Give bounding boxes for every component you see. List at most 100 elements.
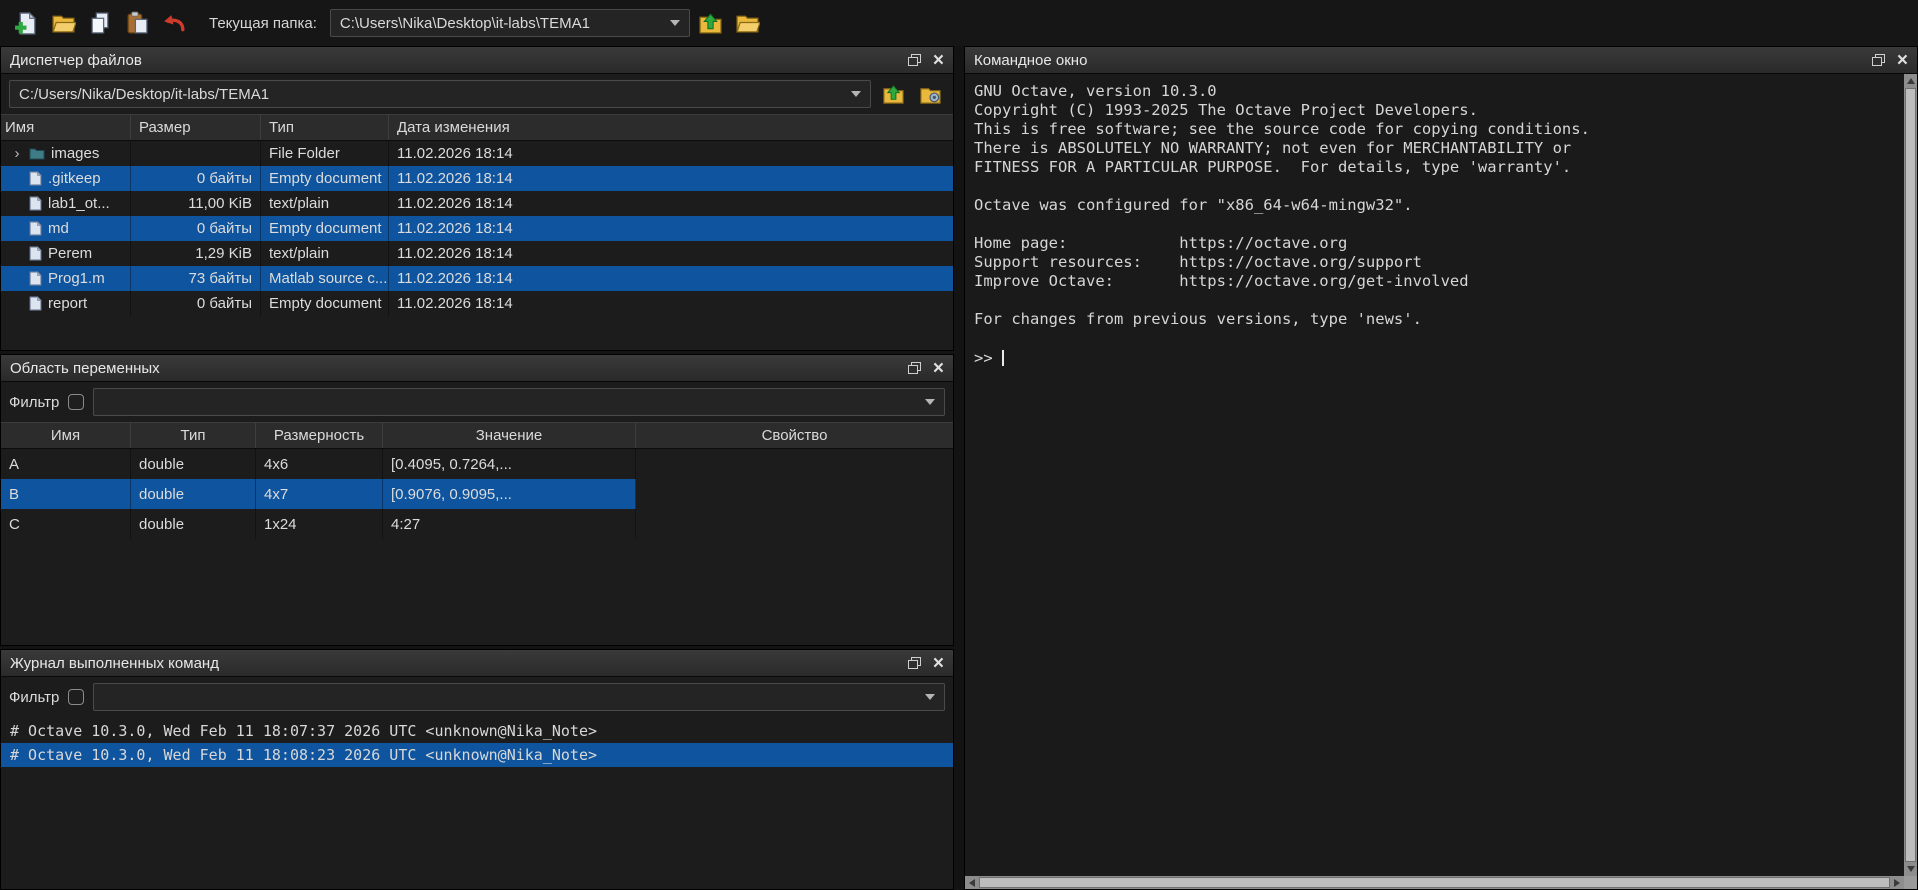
filter-combobox[interactable]: [93, 683, 945, 711]
file-size: 1,29 KiB: [131, 241, 261, 266]
column-header-attribute[interactable]: Свойство: [636, 423, 953, 448]
variables-table-header: Имя Тип Размерность Значение Свойство: [1, 422, 953, 449]
vertical-scrollbar-thumb[interactable]: [1905, 88, 1916, 862]
right-dock-column: Командное окно × GNU Octave, version 10.…: [964, 46, 1918, 890]
folder-up-icon: [698, 11, 723, 36]
column-header-type[interactable]: Тип: [131, 423, 256, 448]
close-glyph: ×: [933, 359, 944, 378]
column-header-date[interactable]: Дата изменения: [389, 115, 953, 140]
document-icon: [29, 246, 42, 261]
console-line: Support resources: https://octave.org/su…: [974, 253, 1891, 272]
variable-row-B[interactable]: B double 4x7 [0.9076, 0.9095,...: [1, 479, 953, 509]
file-row-perem[interactable]: Perem 1,29 KiB text/plain 11.02.2026 18:…: [1, 241, 953, 266]
file-table-header: Имя Размер Тип Дата изменения: [1, 114, 953, 141]
variable-value: [0.9076, 0.9095,...: [383, 479, 636, 509]
filter-label: Фильтр: [9, 394, 59, 411]
console-line: [974, 329, 1891, 348]
browser-actions-button[interactable]: [915, 80, 945, 108]
file-name-cell: report: [1, 291, 131, 316]
file-type: Empty document: [261, 166, 389, 191]
open-button[interactable]: [47, 7, 79, 39]
close-icon[interactable]: ×: [933, 47, 944, 73]
close-icon[interactable]: ×: [1897, 47, 1908, 73]
console-line: Improve Octave: https://octave.org/get-i…: [974, 272, 1891, 291]
scroll-right-icon[interactable]: [1894, 879, 1900, 887]
expand-chevron-icon[interactable]: ›: [5, 145, 29, 162]
scroll-left-icon[interactable]: [969, 879, 975, 887]
undock-glyph: [908, 657, 921, 669]
file-row-lab1[interactable]: lab1_ot... 11,00 KiB text/plain 11.02.20…: [1, 191, 953, 216]
file-row-gitkeep[interactable]: .gitkeep 0 байты Empty document 11.02.20…: [1, 166, 953, 191]
filter-combobox[interactable]: [93, 388, 945, 416]
prompt-symbol: >>: [974, 349, 1002, 367]
new-script-button[interactable]: [10, 7, 42, 39]
chevron-down-icon: [670, 20, 680, 26]
paste-button[interactable]: [121, 7, 153, 39]
file-date: 11.02.2026 18:14: [389, 241, 953, 266]
variable-type: double: [131, 479, 256, 509]
chevron-down-icon: [851, 91, 861, 97]
folder-up-button[interactable]: [695, 7, 727, 39]
variable-row-A[interactable]: A double 4x6 [0.4095, 0.7264,...: [1, 449, 953, 479]
close-glyph: ×: [1897, 51, 1908, 70]
file-row-prog1[interactable]: Prog1.m 73 байты Matlab source c... 11.0…: [1, 266, 953, 291]
close-icon[interactable]: ×: [933, 355, 944, 381]
octave-main-window: Текущая папка: C:\Users\Nika\Desktop\it-…: [0, 0, 1918, 890]
scroll-up-icon[interactable]: [1907, 78, 1915, 84]
column-header-name[interactable]: Имя: [1, 423, 131, 448]
history-entry-text: # Octave 10.3.0, Wed Feb 11 18:07:37 202…: [10, 722, 597, 740]
document-icon: [29, 271, 42, 286]
command-prompt[interactable]: >>: [974, 348, 1891, 367]
browser-folder-up-button[interactable]: [878, 80, 908, 108]
variable-attribute: [636, 509, 953, 539]
browse-directories-button[interactable]: [732, 7, 764, 39]
column-header-type[interactable]: Тип: [261, 115, 389, 140]
close-icon[interactable]: ×: [933, 650, 944, 676]
undo-button[interactable]: [158, 7, 190, 39]
console-line: FITNESS FOR A PARTICULAR PURPOSE. For de…: [974, 158, 1891, 177]
history-entry[interactable]: # Octave 10.3.0, Wed Feb 11 18:07:37 202…: [1, 719, 953, 743]
undock-icon[interactable]: [908, 650, 921, 676]
column-header-name[interactable]: Имя: [1, 115, 131, 140]
column-header-value[interactable]: Значение: [383, 423, 636, 448]
command-window-output[interactable]: GNU Octave, version 10.3.0 Copyright (C)…: [965, 74, 1917, 889]
filter-checkbox[interactable]: [68, 689, 84, 705]
file-row-report[interactable]: report 0 байты Empty document 11.02.2026…: [1, 291, 953, 316]
variable-value: [0.4095, 0.7264,...: [383, 449, 636, 479]
workspace-panel: Область переменных × Фильтр Имя Тип: [0, 354, 954, 646]
variable-row-C[interactable]: C double 1x24 4:27: [1, 509, 953, 539]
address-combobox[interactable]: C:/Users/Nika/Desktop/it-labs/ТЕМА1: [9, 80, 871, 108]
current-folder-combobox[interactable]: C:\Users\Nika\Desktop\it-labs\ТЕМА1: [330, 9, 690, 37]
filter-checkbox[interactable]: [68, 394, 84, 410]
file-name: report: [48, 295, 87, 312]
variable-dimension: 4x7: [256, 479, 383, 509]
vertical-scrollbar[interactable]: [1904, 74, 1917, 876]
column-header-dimension[interactable]: Размерность: [256, 423, 383, 448]
file-row-images[interactable]: › images File Folder 11.02.2026 18:14: [1, 141, 953, 166]
scroll-down-icon[interactable]: [1907, 866, 1915, 872]
console-line: Home page: https://octave.org: [974, 234, 1891, 253]
undock-icon[interactable]: [908, 355, 921, 381]
variable-attribute: [636, 479, 953, 509]
file-name: .gitkeep: [48, 170, 101, 187]
file-row-md[interactable]: md 0 байты Empty document 11.02.2026 18:…: [1, 216, 953, 241]
undock-icon[interactable]: [908, 47, 921, 73]
column-header-size[interactable]: Размер: [131, 115, 261, 140]
copy-button[interactable]: [84, 7, 116, 39]
horizontal-scrollbar-thumb[interactable]: [979, 877, 1890, 888]
command-history-panel: Журнал выполненных команд × Фильтр # Oct…: [0, 649, 954, 890]
history-list: # Octave 10.3.0, Wed Feb 11 18:07:37 202…: [1, 717, 953, 767]
workspace-title: Область переменных: [10, 360, 896, 377]
file-type: File Folder: [261, 141, 389, 166]
undock-glyph: [1872, 54, 1885, 66]
workspace-titlebar[interactable]: Область переменных ×: [1, 355, 953, 382]
horizontal-scrollbar[interactable]: [965, 876, 1904, 889]
undock-icon[interactable]: [1872, 47, 1885, 73]
history-filter-row: Фильтр: [1, 677, 953, 717]
command-window-titlebar[interactable]: Командное окно ×: [965, 47, 1917, 74]
console-line: There is ABSOLUTELY NO WARRANTY; not eve…: [974, 139, 1891, 158]
file-browser-titlebar[interactable]: Диспетчер файлов ×: [1, 47, 953, 74]
history-entry[interactable]: # Octave 10.3.0, Wed Feb 11 18:08:23 202…: [1, 743, 953, 767]
history-titlebar[interactable]: Журнал выполненных команд ×: [1, 650, 953, 677]
file-name-cell: md: [1, 216, 131, 241]
